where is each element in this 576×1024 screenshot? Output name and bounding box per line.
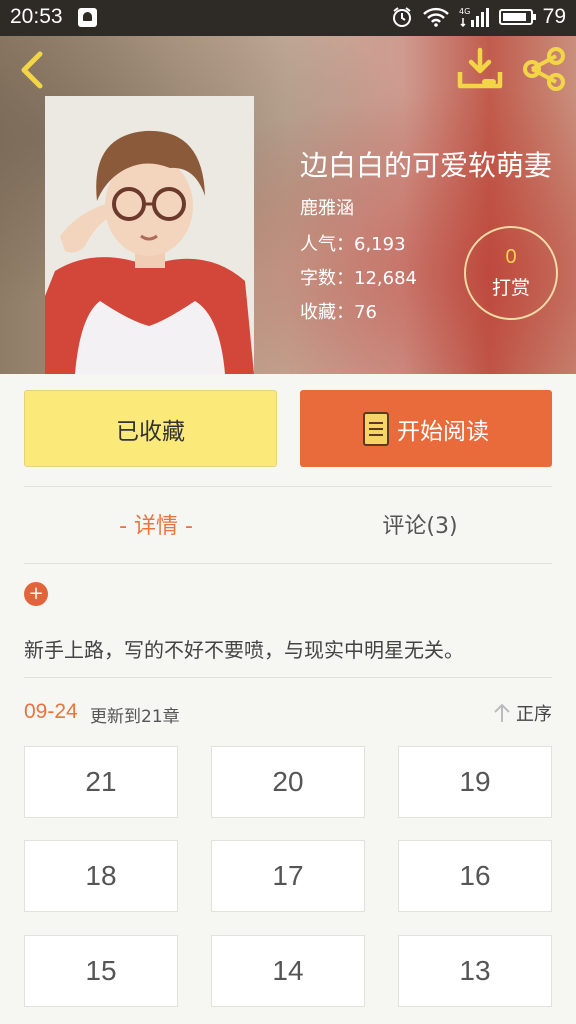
chapter-item[interactable]: 13 <box>398 935 552 1007</box>
book-header: 边白白的可爱软萌妻 鹿雅涵 人气：6,193 字数：12,684 收藏：76 0… <box>0 36 576 374</box>
download-icon[interactable] <box>456 46 504 92</box>
divider <box>24 486 552 487</box>
chapter-item[interactable]: 20 <box>211 746 365 818</box>
sort-label: 正序 <box>516 704 552 725</box>
start-reading-label: 开始阅读 <box>397 418 489 445</box>
popularity-stat: 人气：6,193 <box>300 234 406 255</box>
expand-icon[interactable]: + <box>24 582 48 606</box>
battery-level: 79 <box>542 5 566 28</box>
favorited-label: 已收藏 <box>116 418 185 445</box>
chapter-item[interactable]: 16 <box>398 840 552 912</box>
status-bar: 20:53 4G 79 <box>0 0 576 36</box>
chapter-item[interactable]: 15 <box>24 935 178 1007</box>
chapter-item[interactable]: 21 <box>24 746 178 818</box>
reward-label: 打赏 <box>491 277 530 299</box>
share-icon[interactable] <box>520 46 568 92</box>
battery-icon <box>498 9 536 25</box>
chapter-item[interactable]: 18 <box>24 840 178 912</box>
book-cover <box>45 96 254 374</box>
chapter-item[interactable]: 17 <box>211 840 365 912</box>
book-description: 新手上路，写的不好不要喷，与现实中明星无关。 <box>24 638 464 662</box>
favorites-stat: 收藏：76 <box>300 302 377 323</box>
book-title: 边白白的可爱软萌妻 <box>300 149 553 182</box>
tab-detail[interactable]: - 详情 - <box>24 508 288 540</box>
book-author[interactable]: 鹿雅涵 <box>300 194 354 220</box>
clock: 20:53 <box>10 5 63 28</box>
wifi-icon <box>422 7 449 27</box>
chapter-item[interactable]: 19 <box>398 746 552 818</box>
divider <box>24 563 552 564</box>
word-count-stat: 字数：12,684 <box>300 268 417 289</box>
favorited-button[interactable]: 已收藏 <box>24 390 277 467</box>
update-date: 09-24 <box>24 700 78 723</box>
start-reading-button[interactable]: 开始阅读 <box>300 390 552 467</box>
notification-icon <box>78 8 97 27</box>
chapter-item[interactable]: 14 <box>211 935 365 1007</box>
tab-comments[interactable]: 评论(3) <box>288 508 552 540</box>
update-status: 更新到21章 <box>90 707 180 727</box>
divider <box>24 677 552 678</box>
sort-toggle[interactable]: 正序 <box>492 700 552 726</box>
signal-icon: 4G <box>459 7 489 28</box>
reward-button[interactable]: 0 打赏 <box>464 226 558 320</box>
alarm-icon <box>392 7 411 27</box>
status-icons: 4G 79 <box>391 5 566 29</box>
reward-count: 0 <box>505 246 517 268</box>
svg-text:4G: 4G <box>459 7 470 16</box>
arrow-up-icon <box>494 703 510 722</box>
book-icon <box>363 411 389 446</box>
back-button[interactable] <box>12 48 56 92</box>
